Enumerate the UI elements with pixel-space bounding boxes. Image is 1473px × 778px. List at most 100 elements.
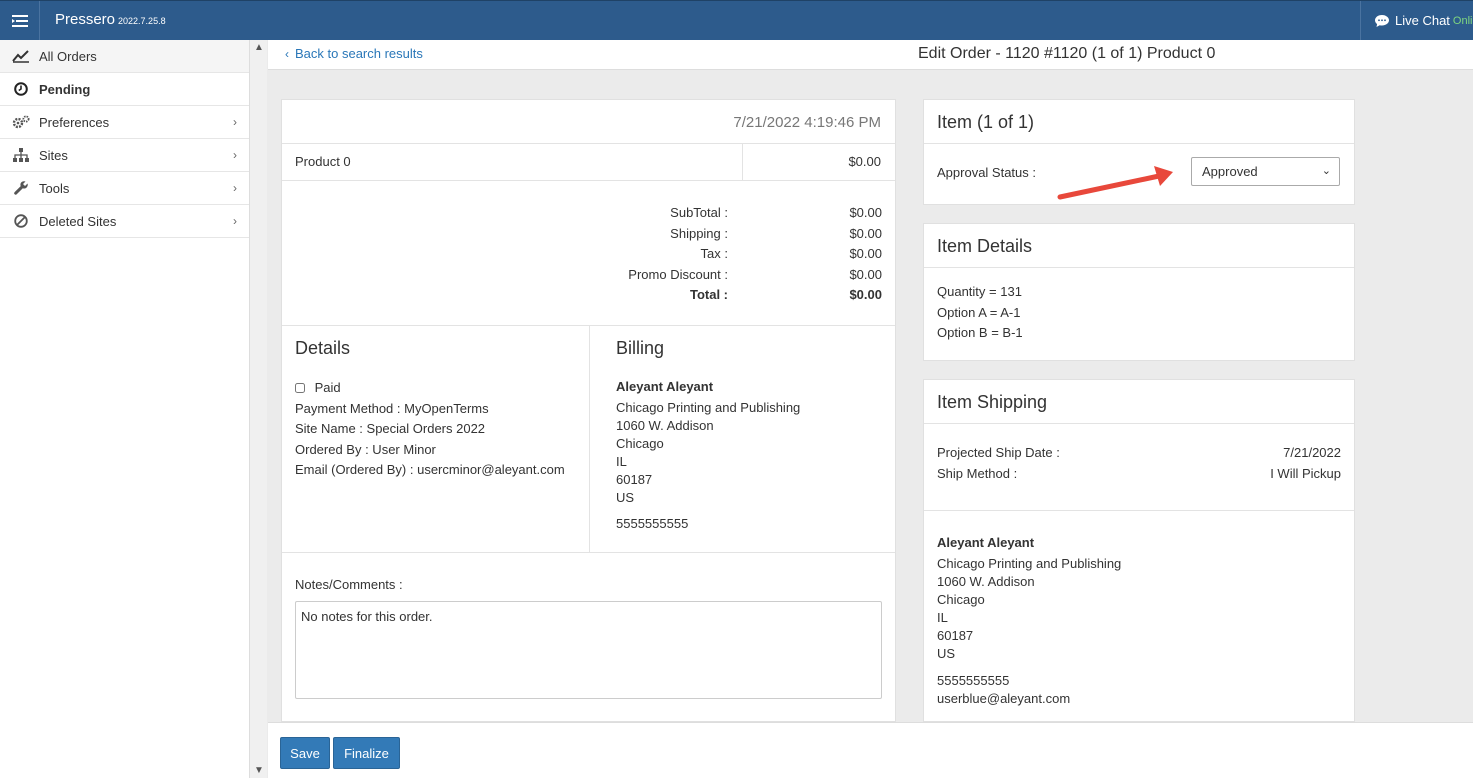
sidebar-item-all-orders[interactable]: All Orders [0, 40, 249, 73]
tax-value: $0.00 [849, 246, 882, 261]
total-row: Total : $0.00 [282, 287, 882, 307]
billing-block: Billing Aleyant Aleyant Chicago Printing… [616, 338, 800, 533]
page-title: Edit Order - 1120 #1120 (1 of 1) Product… [918, 45, 1216, 62]
approval-status-select[interactable]: Approved ⌄ [1191, 157, 1340, 186]
ship-date-label: Projected Ship Date : [937, 445, 1060, 460]
ship-to-phone: 5555555555 [937, 673, 1010, 688]
ban-icon [12, 213, 30, 229]
totals-section: SubTotal : $0.00 Shipping : $0.00 Tax : $0.… [282, 181, 895, 326]
sidebar-item-label: Sites [39, 147, 68, 163]
chevron-right-icon: › [233, 181, 237, 195]
details-title: Details [295, 338, 351, 358]
item-details-panel: Item Details Quantity = 131 Option A = A… [923, 223, 1355, 361]
sitemap-icon [12, 147, 30, 163]
subtotal-value: $0.00 [849, 205, 882, 220]
quantity-line: Quantity = 131 [937, 284, 1022, 299]
live-chat-button[interactable]: Live ChatOnlin [1360, 1, 1473, 40]
chevron-right-icon: › [233, 115, 237, 129]
menu-toggle-icon[interactable] [0, 1, 40, 40]
ship-to-state: IL [937, 610, 948, 625]
ship-to-zip: 60187 [937, 628, 974, 643]
details-block: Details Paid Payment Method : MyOpenTerm… [295, 338, 565, 481]
billing-title: Billing [616, 338, 665, 358]
gears-icon [12, 114, 30, 130]
action-bar: Save Finalize [268, 722, 1473, 778]
chevron-down-icon: ⌄ [1321, 165, 1331, 177]
sidebar-item-deleted-sites[interactable]: Deleted Sites › [0, 205, 249, 238]
billing-zip: 60187 [616, 472, 653, 487]
app-version: 2022.7.25.8 [118, 16, 166, 26]
save-button[interactable]: Save [280, 737, 330, 769]
billing-phone: 5555555555 [616, 516, 689, 531]
billing-city: Chicago [616, 436, 664, 451]
chevron-right-icon: › [233, 214, 237, 228]
ship-to-country: US [937, 646, 956, 661]
ship-method-value: I Will Pickup [1270, 466, 1341, 481]
billing-street: 1060 W. Addison [616, 418, 714, 433]
item-panel: Item (1 of 1) Approval Status : Approved… [923, 99, 1355, 205]
chevron-right-icon: › [233, 148, 237, 162]
sidebar-item-sites[interactable]: Sites › [0, 139, 249, 172]
notes-textarea[interactable]: No notes for this order. [295, 601, 882, 699]
order-panel: 7/21/2022 4:19:46 PM Product 0 $0.00 Sub… [281, 99, 896, 722]
shipping-row: Shipping : $0.00 [282, 226, 882, 246]
promo-discount-value: $0.00 [849, 266, 882, 282]
clock-icon [12, 81, 30, 97]
item-details-list: Quantity = 131 Option A = A-1 Option B =… [937, 282, 1023, 344]
wrench-icon [12, 180, 30, 196]
sidebar-item-pending[interactable]: Pending [0, 73, 249, 106]
tax-label: Tax : [700, 246, 728, 261]
ship-to-email: userblue@aleyant.com [937, 691, 1071, 706]
sidebar-item-label: Tools [39, 180, 70, 196]
ordered-by-email: Email (Ordered By) : usercminor@aleyant.… [295, 462, 565, 477]
brand[interactable]: Pressero 2022.7.25.8 [55, 11, 166, 28]
product-row: Product 0 $0.00 [282, 144, 895, 181]
ordered-by: Ordered By : User Minor [295, 441, 436, 457]
notes-label: Notes/Comments : [295, 577, 403, 592]
payment-method: Payment Method : MyOpenTerms [295, 400, 489, 416]
sidebar: All Orders Pending Preferences › Sites ›… [0, 40, 250, 778]
item-details-title: Item Details [924, 224, 1354, 268]
line-chart-icon [12, 48, 30, 64]
ship-to-name: Aleyant Aleyant [937, 535, 1035, 550]
scroll-up-icon[interactable]: ▲ [254, 42, 264, 53]
sidebar-item-label: Pending [39, 81, 91, 97]
paid-label: Paid [314, 380, 341, 395]
sidebar-item-label: All Orders [39, 48, 97, 64]
ship-method-label: Ship Method : [937, 466, 1018, 481]
subtotal-row: SubTotal : $0.00 [282, 205, 882, 225]
annotation-arrow-icon [1057, 166, 1173, 200]
product-price: $0.00 [848, 154, 881, 169]
top-bar: Pressero2022.7.25.8 Live ChatOnlin [0, 0, 1473, 40]
paid-checkbox[interactable] [295, 383, 305, 393]
sidebar-item-preferences[interactable]: Preferences › [0, 106, 249, 139]
product-name: Product 0 [295, 154, 351, 169]
billing-state: IL [616, 454, 627, 469]
chat-bubble-icon [1375, 14, 1389, 27]
promo-discount-row: Promo Discount : $0.00 [282, 267, 882, 287]
back-link[interactable]: ‹ Back to search results [285, 46, 423, 61]
item-title: Item (1 of 1) [924, 100, 1354, 144]
billing-company: Chicago Printing and Publishing [616, 400, 801, 415]
subtotal-label: SubTotal : [670, 205, 728, 220]
approval-status-label: Approval Status : [937, 165, 1036, 180]
sidebar-item-label: Deleted Sites [39, 213, 117, 229]
sidebar-item-tools[interactable]: Tools › [0, 172, 249, 205]
billing-country: US [616, 490, 635, 505]
option-a-line: Option A = A-1 [937, 304, 1021, 320]
back-link-label: Back to search results [295, 46, 423, 61]
live-chat-label: Live Chat [1395, 13, 1450, 28]
page-header: ‹ Back to search results Edit Order - 112… [268, 40, 1473, 70]
order-date: 7/21/2022 4:19:46 PM [282, 100, 895, 144]
shipping-address: Aleyant Aleyant Chicago Printing and Pub… [937, 534, 1121, 708]
ship-to-company: Chicago Printing and Publishing [937, 556, 1122, 571]
brand-name: Pressero [55, 11, 116, 28]
billing-name: Aleyant Aleyant [616, 379, 714, 394]
sidebar-scrollbar[interactable]: ▲ ▼ [250, 40, 267, 778]
finalize-button[interactable]: Finalize [333, 737, 400, 769]
shipping-value: $0.00 [849, 225, 882, 241]
chat-status: Onlin [1452, 14, 1473, 27]
ship-date-value: 7/21/2022 [1283, 445, 1341, 460]
scroll-down-icon[interactable]: ▼ [254, 765, 264, 776]
item-shipping-panel: Item Shipping Projected Ship Date : 7/21… [923, 379, 1355, 722]
